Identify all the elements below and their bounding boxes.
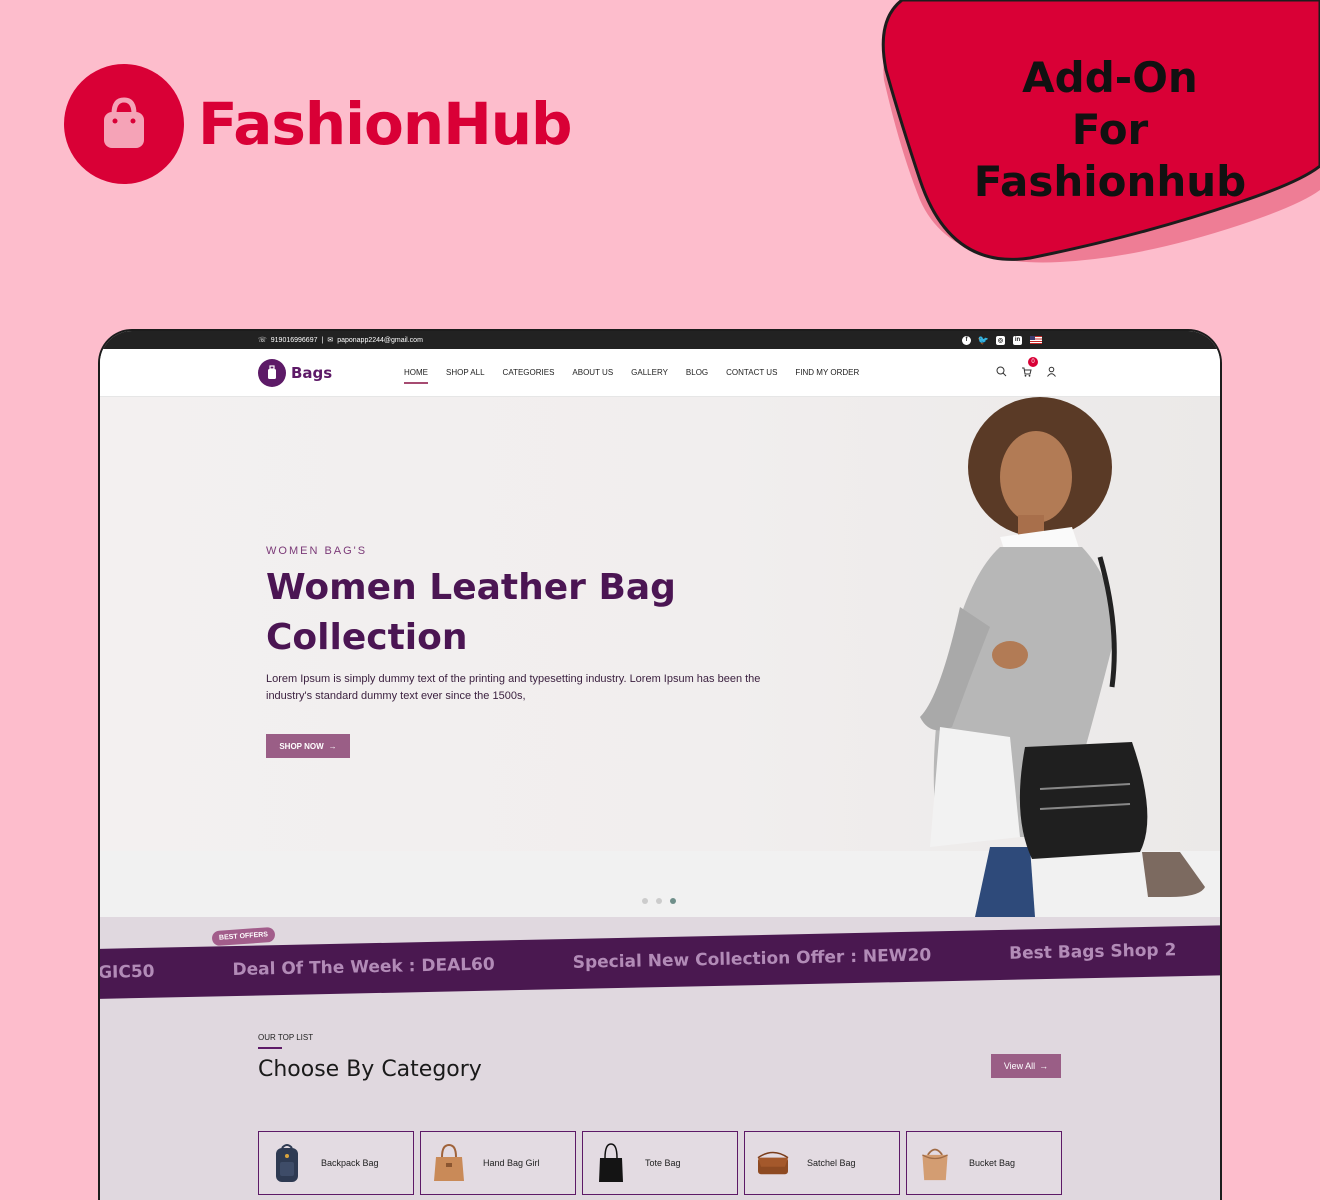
nav-gallery[interactable]: GALLERY: [631, 368, 668, 377]
site-logo[interactable]: Bags: [258, 358, 333, 387]
main-nav: Bags HOME SHOP ALL CATEGORIES ABOUT US G…: [100, 349, 1220, 397]
arrow-right-icon: →: [1039, 1061, 1049, 1071]
category-label: Bucket Bag: [969, 1158, 1016, 1168]
shopping-bag-logo-icon: [64, 64, 184, 184]
hero-description: Lorem Ipsum is simply dummy text of the …: [266, 673, 761, 702]
category-label: Tote Bag: [645, 1158, 681, 1168]
ticker-item: Special New Collection Offer : NEW20: [572, 945, 932, 973]
satchel-bag-icon: [755, 1141, 791, 1185]
nav-blog[interactable]: BLOG: [686, 368, 708, 377]
ticker-item: Deal Of The Week : DEAL60: [232, 954, 495, 981]
bucket-bag-icon: [917, 1141, 953, 1185]
cart-icon[interactable]: 0: [1021, 356, 1038, 382]
backpack-icon: [269, 1141, 305, 1185]
addon-badge: Add-On For Fashionhub: [880, 0, 1320, 290]
hero-title: Women Leather Bag Collection: [266, 567, 676, 658]
category-card[interactable]: Tote Bag: [582, 1131, 738, 1195]
nav-about-us[interactable]: ABOUT US: [572, 368, 613, 377]
us-flag-icon[interactable]: [1030, 336, 1042, 344]
category-label: Backpack Bag: [321, 1158, 379, 1168]
category-list: Backpack Bag Hand Bag Girl Tote Bag Satc…: [258, 1131, 1062, 1195]
twitter-icon[interactable]: 🐦: [978, 335, 989, 345]
ticker-item: GIC50: [98, 961, 155, 983]
category-label: Satchel Bag: [807, 1158, 856, 1168]
luggage-icon: [258, 358, 286, 387]
slider-dot[interactable]: [642, 898, 648, 904]
arrow-right-icon: →: [328, 741, 337, 751]
section-title: Choose By Category: [258, 1057, 482, 1082]
section-underline: [258, 1047, 282, 1049]
slider-dots: [642, 898, 676, 904]
top-bar: ☏ 919016996697 | ✉ paponapp2244@gmail.co…: [100, 331, 1220, 349]
cart-count-badge: 0: [1028, 356, 1038, 367]
shop-now-label: SHOP NOW: [279, 741, 324, 751]
fashionhub-brand: FashionHub: [64, 64, 573, 184]
hero-eyebrow: WOMEN BAG'S: [266, 545, 368, 557]
hero-model-image: [920, 397, 1205, 917]
device-frame: ☏ 919016996697 | ✉ paponapp2244@gmail.co…: [98, 329, 1222, 1200]
facebook-icon[interactable]: f: [962, 335, 971, 345]
category-card[interactable]: Satchel Bag: [744, 1131, 900, 1195]
tote-bag-icon: [593, 1141, 629, 1185]
nav-home[interactable]: HOME: [404, 368, 428, 384]
category-section: GIC50 Deal Of The Week : DEAL60 Special …: [100, 917, 1220, 1200]
nav-shop-all[interactable]: SHOP ALL: [446, 368, 485, 377]
divider: |: [321, 336, 324, 344]
mail-icon: ✉: [327, 337, 334, 344]
user-icon[interactable]: [1046, 364, 1057, 382]
badge-line-2: For Fashionhub: [973, 105, 1247, 206]
nav-contact-us[interactable]: CONTACT US: [726, 368, 777, 377]
linkedin-icon[interactable]: in: [1013, 335, 1022, 345]
brand-name: FashionHub: [198, 90, 573, 158]
category-card[interactable]: Bucket Bag: [906, 1131, 1062, 1195]
slider-dot-active[interactable]: [670, 898, 676, 904]
best-offers-tag: BEST OFFERS: [211, 926, 276, 947]
nav-categories[interactable]: CATEGORIES: [503, 368, 555, 377]
category-card[interactable]: Hand Bag Girl: [420, 1131, 576, 1195]
view-all-button[interactable]: View All →: [991, 1054, 1061, 1078]
phone-icon: ☏: [258, 337, 267, 344]
instagram-icon[interactable]: ◎: [996, 335, 1005, 345]
section-eyebrow: OUR TOP LIST: [258, 1033, 314, 1042]
category-label: Hand Bag Girl: [483, 1158, 540, 1168]
hero-banner: WOMEN BAG'S Women Leather Bag Collection…: [100, 397, 1220, 917]
shop-now-button[interactable]: SHOP NOW →: [266, 734, 350, 758]
phone-number[interactable]: 919016996697: [271, 337, 318, 344]
slider-dot[interactable]: [656, 898, 662, 904]
email-address[interactable]: paponapp2244@gmail.com: [337, 337, 423, 344]
category-card[interactable]: Backpack Bag: [258, 1131, 414, 1195]
nav-menu: HOME SHOP ALL CATEGORIES ABOUT US GALLER…: [404, 368, 859, 384]
nav-find-my-order[interactable]: FIND MY ORDER: [795, 368, 859, 377]
badge-line-1: Add-On: [1022, 53, 1198, 102]
view-all-label: View All: [1003, 1061, 1036, 1071]
logo-text: Bags: [291, 363, 333, 382]
ticker-item: Best Bags Shop 2: [1008, 940, 1177, 964]
handbag-icon: [431, 1141, 467, 1185]
search-icon[interactable]: [996, 364, 1007, 382]
